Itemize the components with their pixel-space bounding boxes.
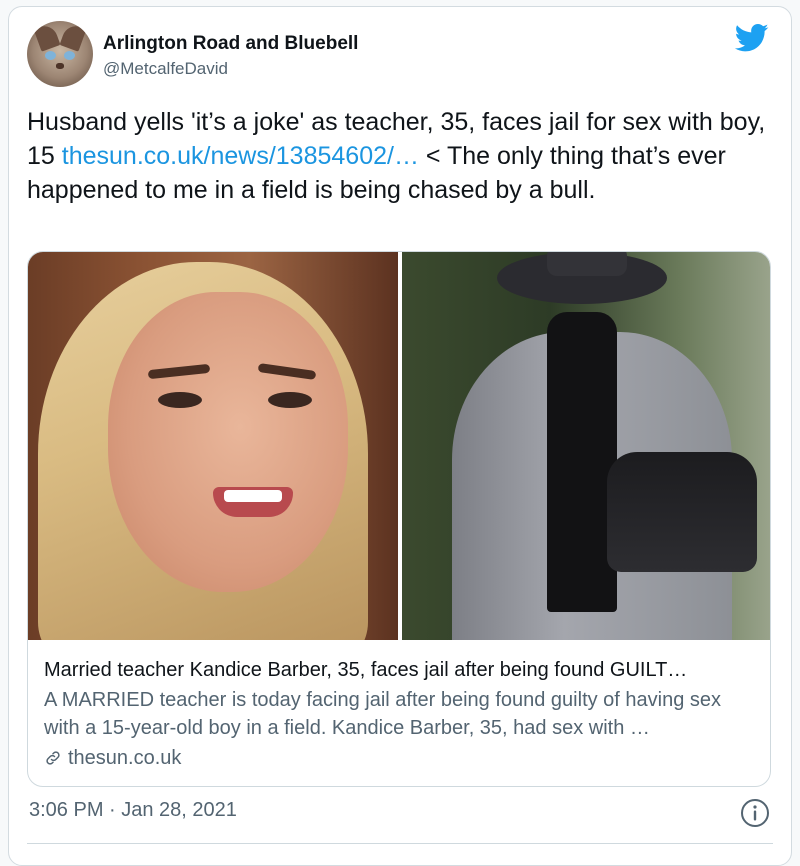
tweet-link[interactable]: thesun.co.uk/news/13854602/… bbox=[62, 142, 419, 170]
card-images[interactable] bbox=[28, 252, 770, 640]
avatar-eye-left bbox=[45, 51, 56, 60]
portrait-teeth bbox=[224, 490, 282, 502]
avatar[interactable] bbox=[27, 21, 93, 87]
card-domain[interactable]: thesun.co.uk bbox=[44, 744, 756, 772]
avatar-ear-right bbox=[59, 22, 87, 52]
user-handle[interactable]: @MetcalfeDavid bbox=[103, 59, 228, 79]
tweet-text: Husband yells 'it’s a joke' as teacher, … bbox=[27, 105, 779, 207]
avatar-ear-left bbox=[33, 22, 61, 52]
card-body[interactable]: Married teacher Kandice Barber, 35, face… bbox=[28, 640, 770, 786]
avatar-eye-right bbox=[64, 51, 75, 60]
card-image-portrait[interactable] bbox=[28, 252, 398, 640]
portrait-eye-left bbox=[158, 392, 202, 408]
portrait-eye-right bbox=[268, 392, 312, 408]
card-description: A MARRIED teacher is today facing jail a… bbox=[44, 689, 722, 739]
twitter-bird-icon[interactable] bbox=[735, 23, 769, 53]
tweet-timestamp[interactable]: 3:06 PM · Jan 28, 2021 bbox=[29, 799, 237, 822]
handbag-shape bbox=[607, 452, 757, 572]
bottom-divider bbox=[27, 843, 773, 844]
tweet-card: Arlington Road and Bluebell @MetcalfeDav… bbox=[8, 6, 792, 866]
card-domain-text[interactable]: thesun.co.uk bbox=[68, 744, 181, 772]
info-icon[interactable] bbox=[739, 797, 771, 829]
avatar-nose bbox=[56, 63, 64, 69]
scarf-shape bbox=[547, 312, 617, 612]
portrait-face bbox=[108, 292, 348, 592]
link-icon bbox=[46, 751, 60, 765]
display-name[interactable]: Arlington Road and Bluebell bbox=[103, 33, 358, 55]
link-preview-card[interactable]: Married teacher Kandice Barber, 35, face… bbox=[27, 251, 771, 787]
hat-crown bbox=[547, 252, 627, 276]
card-image-coat[interactable] bbox=[402, 252, 770, 640]
card-title[interactable]: Married teacher Kandice Barber, 35, face… bbox=[44, 656, 756, 684]
